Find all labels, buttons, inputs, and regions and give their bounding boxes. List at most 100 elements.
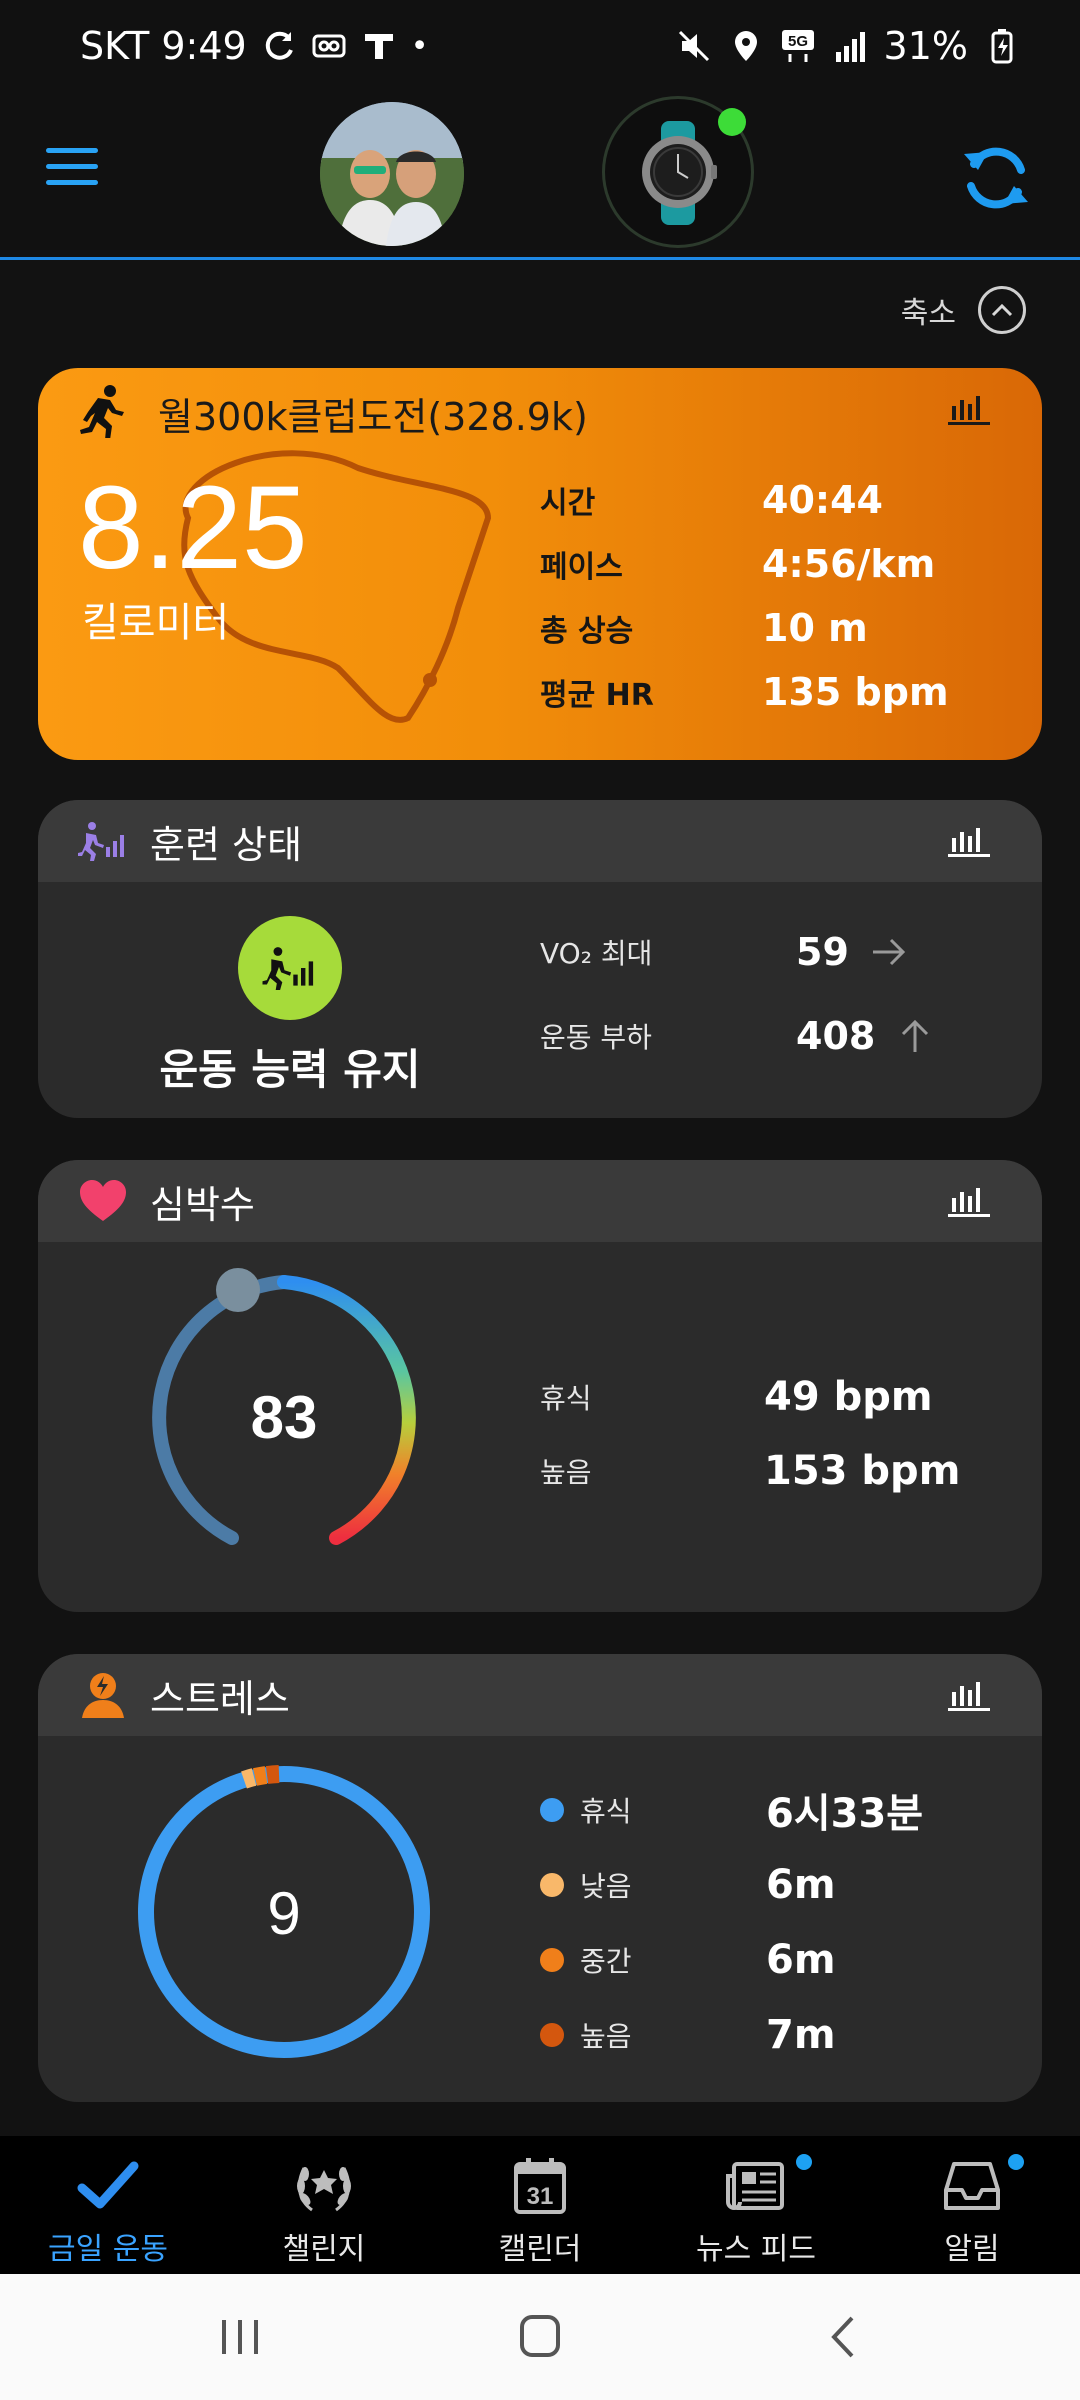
training-status-card[interactable]: 훈련 상태 운동 능력 유지 VO₂ 최대 59 운동 부하 408 (38, 800, 1042, 1118)
newspaper-icon (726, 2162, 784, 2210)
stress-card[interactable]: 스트레스 9 휴식 6시33분 낮음 6m 중간 6m 높음 7m (38, 1654, 1042, 2102)
heart-rate-card[interactable]: 심박수 83 휴식 49 bpm 높음 153 bpm (38, 1160, 1042, 1612)
bar-chart-icon[interactable] (948, 824, 990, 858)
stress-value: 6m (766, 1861, 836, 1908)
stress-value: 6m (766, 1936, 836, 1983)
nav-item-challenges[interactable]: 챌린지 (216, 2136, 432, 2274)
hr-row-resting: 휴식 49 bpm (540, 1360, 960, 1434)
hr-value: 49 bpm (764, 1374, 933, 1420)
stat-row-pace: 페이스 4:56/km (540, 532, 949, 596)
training-metrics: VO₂ 최대 59 운동 부하 408 (540, 910, 935, 1078)
metric-label: 운동 부하 (540, 1021, 652, 1054)
nav-item-today[interactable]: 금일 운동 (0, 2136, 216, 2274)
sync-icon[interactable] (958, 140, 1034, 216)
laurel-icon (297, 2167, 351, 2212)
nav-item-calendar[interactable]: 31 캘린더 (432, 2136, 648, 2274)
chevron-up-icon[interactable] (978, 286, 1026, 334)
stat-label: 평균 HR (540, 678, 654, 713)
arrow-up-icon (902, 1019, 929, 1052)
activity-stats: 시간 40:44 페이스 4:56/km 총 상승 10 m 평균 HR 135… (540, 468, 949, 724)
stress-row-rest: 휴식 6시33분 (540, 1772, 923, 1847)
legend-dot (540, 1947, 564, 1972)
calendar-icon: 31 (514, 2158, 566, 2214)
stat-label: 페이스 (540, 550, 623, 585)
app-bar (0, 96, 1080, 260)
bar-chart-icon[interactable] (948, 1184, 990, 1218)
stress-value: 6시33분 (766, 1790, 924, 1837)
stat-value: 135 bpm (762, 670, 949, 714)
nav-label: 금일 운동 (48, 2232, 168, 2267)
battery-percent: 31% (883, 24, 968, 68)
bar-chart-icon[interactable] (948, 392, 990, 426)
training-status-badge (238, 916, 342, 1020)
card-title: 스트레스 (150, 1676, 290, 1721)
t-app-icon (364, 34, 393, 59)
dot-icon: • (410, 28, 429, 64)
metric-value: 408 (796, 1014, 876, 1058)
arrow-right-icon (872, 938, 906, 966)
collapse-label: 축소 (900, 296, 956, 331)
stat-row-time: 시간 40:44 (540, 468, 949, 532)
heart-icon (80, 1180, 126, 1221)
training-status-icon (78, 822, 124, 861)
card-header: 훈련 상태 (38, 800, 1042, 882)
heart-rate-gauge: 83 (152, 1268, 416, 1545)
activity-card[interactable]: 월300k클럽도전(328.9k) 8.25 킬로미터 시간 40:44 페이스… (38, 368, 1042, 760)
collapse-toggle[interactable]: 축소 (901, 286, 1026, 334)
hr-row-high: 높음 153 bpm (540, 1434, 960, 1508)
training-runner-icon (262, 947, 314, 990)
nav-label: 캘린더 (498, 2232, 582, 2267)
mute-icon (678, 30, 709, 62)
stress-breakdown: 휴식 6시33분 낮음 6m 중간 6m 높음 7m (540, 1772, 923, 2072)
recent-apps-icon[interactable] (210, 2312, 270, 2362)
nav-item-newsfeed[interactable]: 뉴스 피드 (648, 2136, 864, 2274)
stat-row-avg-hr: 평균 HR 135 bpm (540, 660, 949, 724)
bar-chart-icon[interactable] (948, 1678, 990, 1712)
metric-row-vo2max: VO₂ 최대 59 (540, 910, 935, 994)
heart-rate-metrics: 휴식 49 bpm 높음 153 bpm (540, 1360, 960, 1508)
battery-charging-icon (991, 29, 1013, 64)
signal-icon (835, 32, 865, 62)
card-header: 스트레스 (38, 1654, 1042, 1736)
hamburger-icon[interactable] (46, 148, 98, 188)
stat-value: 4:56/km (762, 542, 936, 586)
training-status-text: 운동 능력 유지 (159, 1045, 421, 1094)
check-icon (77, 2161, 139, 2209)
svg-text:5G: 5G (788, 33, 808, 50)
stress-label: 낮음 (580, 1869, 632, 1903)
legend-dot (540, 1872, 564, 1897)
stat-label: 총 상승 (540, 614, 634, 649)
profile-photo (320, 102, 464, 246)
notification-badge (1008, 2154, 1024, 2170)
nav-label: 뉴스 피드 (696, 2232, 816, 2267)
nav-label: 알림 (944, 2232, 1000, 2267)
network-5g-icon: 5G (781, 30, 814, 62)
activity-title: 월300k클럽도전(328.9k) (158, 395, 588, 439)
location-icon (734, 31, 757, 61)
stress-label: 높음 (580, 2019, 632, 2053)
stress-label: 중간 (580, 1944, 632, 1978)
metric-value: 59 (796, 930, 849, 974)
running-icon (80, 385, 124, 438)
metric-label: VO₂ 최대 (540, 937, 653, 970)
stress-icon (82, 1673, 124, 1718)
stress-label: 휴식 (580, 1794, 632, 1828)
nav-item-inbox[interactable]: 알림 (864, 2136, 1080, 2274)
stress-current: 9 (267, 1880, 300, 1947)
nav-label: 챌린지 (282, 2232, 366, 2267)
calendar-day: 31 (527, 2183, 554, 2210)
watch-status-icon (312, 34, 346, 58)
bottom-navigation: 금일 운동 챌린지 31 캘린더 뉴스 피드 알림 (0, 2136, 1080, 2274)
hr-label: 휴식 (540, 1382, 592, 1415)
home-icon[interactable] (510, 2312, 570, 2362)
stress-row-low: 낮음 6m (540, 1847, 923, 1922)
distance-unit: 킬로미터 (82, 600, 230, 646)
notification-badge (796, 2154, 812, 2170)
avatar[interactable] (320, 102, 464, 246)
stress-value: 7m (766, 2011, 836, 2058)
inbox-icon (944, 2162, 1000, 2210)
stat-value: 10 m (762, 606, 868, 650)
sync-status-icon (265, 31, 293, 60)
back-icon[interactable] (814, 2312, 874, 2362)
hr-label: 높음 (540, 1456, 592, 1489)
